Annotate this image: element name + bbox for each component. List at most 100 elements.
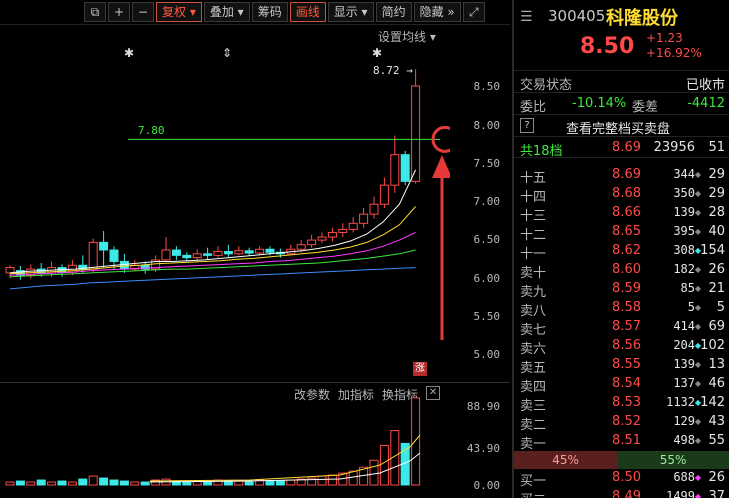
diamond-icon: ◆	[694, 208, 701, 217]
level-price: 8.59	[612, 281, 641, 296]
level-price: 8.53	[612, 395, 641, 410]
diamond-icon: ◆	[694, 227, 701, 236]
level-volume: 688	[673, 470, 695, 484]
draw-line-button[interactable]: 画线	[289, 2, 326, 22]
volume-bar	[5, 481, 15, 486]
volume-bar	[379, 444, 389, 486]
volume-bar	[244, 481, 254, 486]
volume-bar	[119, 480, 129, 486]
level-volume: 1132	[666, 395, 695, 409]
volume-bar	[348, 470, 358, 486]
help-icon[interactable]: ?	[520, 118, 534, 133]
candle-body	[369, 203, 379, 215]
volume-bar	[67, 481, 77, 486]
order-book-row: 卖五 8.55 139 13 ◆	[514, 356, 729, 376]
diamond-icon: ◆	[694, 303, 701, 312]
order-book-row: 十五 8.69 344 29 ◆	[514, 166, 729, 186]
kline-chart-pane[interactable]: ⧉ + − 复权 ▾ 叠加 ▾ 筹码 画线 显示 ▾ 简约 隐藏 » ⤢ 设置均线 ▾ ✱ ⇕ ✱ …	[0, 0, 510, 498]
book-header-count: 51	[708, 140, 725, 155]
diamond-icon: ◆	[694, 436, 701, 445]
level-label: 卖四	[520, 380, 547, 395]
window-icon[interactable]: ⧉	[84, 2, 106, 22]
candle-body	[182, 254, 192, 259]
volume-bar	[109, 479, 119, 486]
level-price: 8.60	[612, 262, 641, 277]
level-volume: 1499	[666, 489, 695, 498]
diamond-icon: ◆	[694, 284, 701, 293]
level-price: 8.62	[612, 243, 641, 258]
volume-bar	[411, 397, 421, 486]
candle-body	[400, 154, 410, 182]
annotation-arrow-head	[432, 155, 450, 178]
volume-bar	[327, 474, 337, 486]
price-tick-label: 6.00	[473, 272, 501, 285]
volume-tick-label: 88.90	[466, 400, 500, 413]
level-order-count: 13	[708, 357, 725, 372]
simple-button[interactable]: 简约	[375, 2, 412, 22]
fuquan-button[interactable]: 复权 ▾	[156, 2, 202, 22]
volume-bar	[36, 479, 46, 486]
overlay-button[interactable]: 叠加 ▾	[203, 2, 250, 22]
volume-bar	[88, 475, 98, 486]
volume-bar	[369, 459, 379, 486]
volume-ma-line	[149, 434, 421, 482]
level-volume: 350	[673, 186, 695, 200]
level-volume: 414	[673, 319, 695, 333]
diamond-icon: ◆	[694, 360, 701, 369]
horizontal-line-label: 7.80	[138, 124, 165, 137]
level-volume: 395	[673, 224, 695, 238]
stock-name: 科隆股份	[606, 8, 678, 29]
level-order-count: 29	[708, 167, 725, 182]
change-pct: +16.92%	[646, 46, 702, 60]
volume-bar	[26, 481, 36, 486]
moving-average-line	[9, 169, 417, 274]
chips-button[interactable]: 筹码	[251, 2, 288, 22]
level-label: 卖五	[520, 361, 547, 376]
level-label: 买一	[520, 474, 547, 489]
price-tick-label: 7.50	[473, 157, 501, 170]
indicator-divider	[0, 382, 510, 383]
full-book-link[interactable]: 查看完整档买卖盘	[566, 118, 670, 137]
order-book-row: 卖七 8.57 414 69 ◆	[514, 318, 729, 338]
level-order-count: 46	[708, 376, 725, 391]
last-price: 8.50	[580, 34, 635, 59]
candle-body	[307, 239, 317, 246]
level-label: 十三	[520, 209, 547, 224]
candlestick-chart[interactable]	[0, 40, 450, 380]
book-level-count: 共18档	[520, 144, 563, 159]
diamond-icon: ◆	[694, 170, 701, 179]
level-label: 卖十	[520, 266, 547, 281]
menu-icon[interactable]: ☰	[520, 9, 533, 25]
level-label: 买二	[520, 489, 546, 498]
diamond-icon: ◆	[694, 398, 701, 407]
level-price: 8.57	[612, 319, 641, 334]
book-header-price: 8.69	[612, 140, 641, 155]
book-header-vol: 23956	[653, 140, 695, 155]
level-price: 8.51	[612, 433, 641, 448]
level-price: 8.69	[612, 167, 641, 182]
volume-chart[interactable]	[0, 385, 450, 498]
volume-bar	[203, 481, 213, 486]
candle-body	[171, 249, 181, 256]
level-order-count: 40	[708, 224, 725, 239]
level-label: 十五	[520, 171, 547, 186]
candle-body	[223, 251, 233, 255]
level-volume: 308	[673, 243, 695, 257]
order-book-row: 卖九 8.59 85 21 ◆	[514, 280, 729, 300]
level-order-count: 154	[700, 243, 725, 258]
level-price: 8.52	[612, 414, 641, 429]
display-button[interactable]: 显示 ▾	[327, 2, 374, 22]
diamond-icon: ◆	[694, 322, 701, 331]
order-book-row: 卖八 8.58 5 5 ◆	[514, 299, 729, 319]
level-price: 8.68	[612, 186, 641, 201]
level-volume: 344	[673, 167, 695, 181]
candle-body	[296, 244, 306, 250]
zoom-out-icon[interactable]: −	[132, 2, 154, 22]
full-book-row[interactable]: ? 查看完整档买卖盘	[514, 114, 729, 137]
trade-status-row: 交易状态 已收市	[514, 70, 729, 93]
level-order-count: 69	[708, 319, 725, 334]
level-price: 8.49	[612, 489, 641, 498]
zoom-in-icon[interactable]: +	[108, 2, 130, 22]
diamond-icon: ◆	[694, 246, 701, 255]
level-order-count: 43	[708, 414, 725, 429]
